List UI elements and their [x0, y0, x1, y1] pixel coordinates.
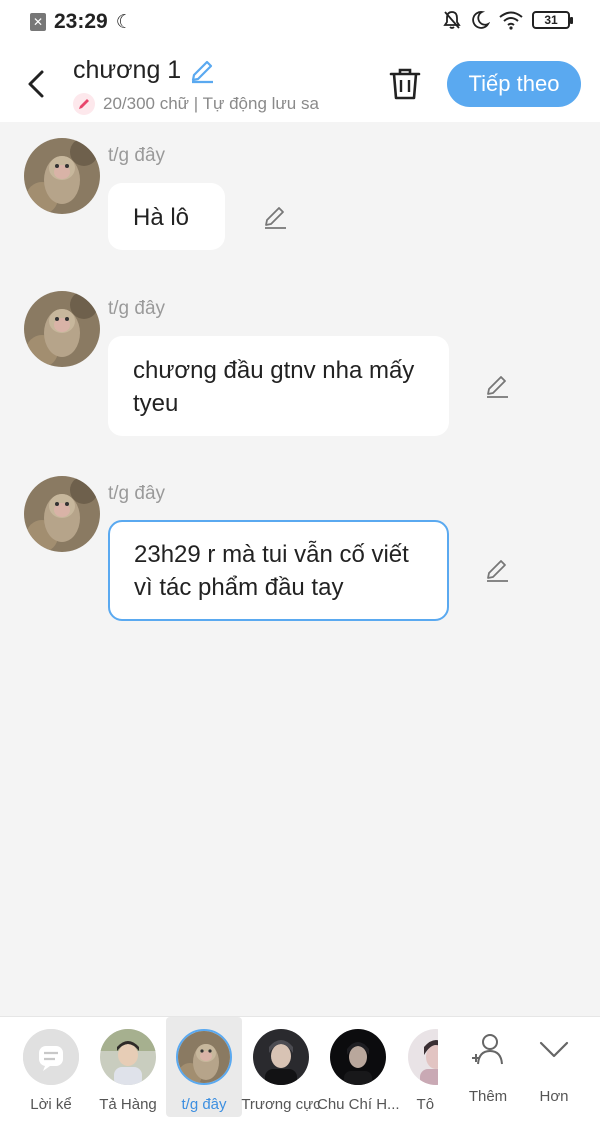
monkey-avatar[interactable] — [24, 138, 100, 214]
character-avatar — [408, 1029, 438, 1085]
wifi-icon — [499, 11, 523, 30]
character-name: Trương cực — [241, 1096, 321, 1113]
character-name: Lời kể — [30, 1096, 72, 1113]
character-item[interactable]: Trương cực — [241, 1017, 321, 1117]
character-avatar — [330, 1029, 386, 1085]
edit-message-icon[interactable] — [483, 372, 511, 400]
character-name: Tả Hàng — [99, 1096, 157, 1113]
character-list[interactable]: Lời kể Tả Hàng t/g đây Trương cực Chu Ch — [0, 1017, 438, 1131]
battery-level: 31 — [544, 13, 558, 27]
message-bubble-selected[interactable]: 23h29 r mà tui vẫn cố viết vì tác phẩm đ… — [108, 520, 449, 621]
chapter-title[interactable]: chương 1 — [73, 56, 181, 85]
narration-icon — [23, 1029, 79, 1085]
editor-header: chương 1 20/300 chữ | Tự động lưu sa Tiế… — [0, 46, 600, 122]
message-bubble[interactable]: chương đầu gtnv nha mấy tyeu — [108, 336, 449, 436]
character-narrator[interactable]: Lời kể — [16, 1017, 86, 1117]
moon-icon — [472, 11, 490, 29]
status-bar: ✕ 23:29 ☾ 31 — [0, 0, 600, 46]
notification-icon: ✕ — [30, 13, 46, 31]
character-avatar — [253, 1029, 309, 1085]
bell-off-icon — [443, 11, 461, 29]
character-name: Chu Chí H... — [317, 1096, 399, 1113]
next-button[interactable]: Tiếp theo — [447, 61, 581, 107]
character-item[interactable]: Chu Chí H... — [317, 1017, 399, 1117]
trash-icon[interactable] — [388, 66, 422, 102]
monkey-avatar[interactable] — [24, 291, 100, 367]
monkey-avatar[interactable] — [24, 476, 100, 552]
more-label: Hơn — [539, 1088, 569, 1105]
character-bar: Lời kể Tả Hàng t/g đây Trương cực Chu Ch — [0, 1016, 600, 1131]
edit-message-icon[interactable] — [483, 556, 511, 584]
character-item-selected[interactable]: t/g đây — [166, 1017, 242, 1117]
status-time: 23:29 — [54, 10, 108, 33]
character-item[interactable]: Tả Hàng — [93, 1017, 163, 1117]
character-avatar — [100, 1029, 156, 1085]
message-sender: t/g đây — [108, 298, 166, 319]
battery-icon: 31 — [532, 11, 573, 29]
message-sender: t/g đây — [108, 145, 166, 166]
add-character-button[interactable]: Thêm — [456, 1017, 520, 1117]
word-count-status: 20/300 chữ | Tự động lưu sa — [103, 94, 319, 113]
edit-message-icon[interactable] — [261, 203, 289, 231]
monkey-avatar — [176, 1029, 232, 1085]
back-arrow-icon[interactable] — [22, 66, 52, 102]
moon-icon: ☾ — [115, 11, 133, 33]
pencil-icon — [73, 93, 95, 115]
add-person-icon — [472, 1034, 503, 1065]
edit-title-icon[interactable] — [189, 58, 215, 84]
chevron-down-icon — [539, 1041, 569, 1058]
character-name: t/g đây — [181, 1096, 227, 1113]
character-name: Tô Tâ — [416, 1096, 438, 1113]
more-button[interactable]: Hơn — [522, 1017, 586, 1117]
add-label: Thêm — [468, 1088, 508, 1105]
message-bubble[interactable]: Hà lô — [108, 183, 225, 250]
character-item[interactable]: Tô Tâ — [401, 1017, 438, 1117]
message-sender: t/g đây — [108, 483, 166, 504]
